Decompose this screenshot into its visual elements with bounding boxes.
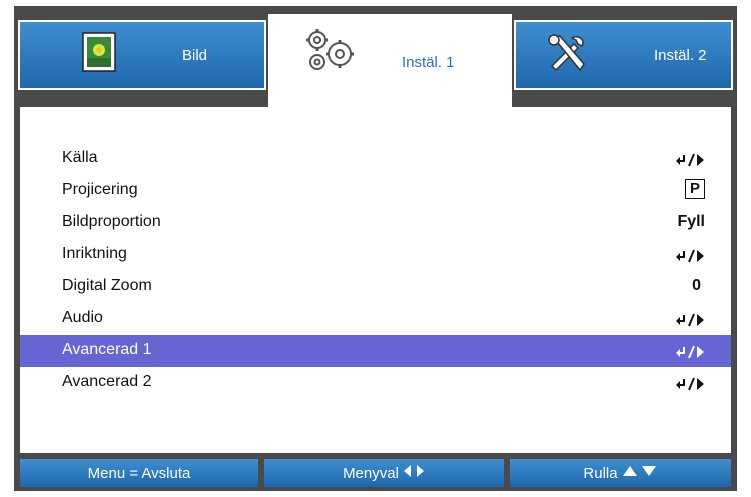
- menu-item-inriktning[interactable]: Inriktning: [20, 239, 731, 271]
- tab-bild-label: Bild: [182, 46, 208, 64]
- menu-select-button[interactable]: Menyval: [264, 459, 504, 487]
- exit-button[interactable]: Menu = Avsluta: [20, 459, 258, 487]
- enter-arrow-icon: [675, 344, 705, 360]
- up-down-arrows-icon: [622, 464, 658, 482]
- menu-item-bildproportion[interactable]: Bildproportion Fyll: [20, 207, 731, 239]
- tools-icon: [546, 32, 590, 81]
- tab-instal-1-label: Instäl. 1: [402, 54, 455, 71]
- menu-item-kalla[interactable]: Källa: [20, 143, 731, 175]
- projection-value: P: [684, 179, 705, 199]
- digital-zoom-value: 0: [692, 277, 701, 294]
- menu-item-projicering[interactable]: Projicering P: [20, 175, 731, 207]
- tab-instal-1[interactable]: Instäl. 1: [268, 14, 512, 110]
- menu-item-label: Avancerad 1: [62, 341, 152, 358]
- enter-arrow-icon: [675, 152, 705, 168]
- scroll-label: Rulla: [583, 464, 618, 482]
- menu-select-label: Menyval: [343, 464, 399, 482]
- enter-arrow-icon: [675, 312, 705, 328]
- menu-item-audio[interactable]: Audio: [20, 303, 731, 335]
- gears-icon: [302, 26, 358, 81]
- osd-menu: Bild Instäl. 1 Instäl. 2 Källa Projiceri…: [14, 6, 737, 491]
- exit-label: Menu = Avsluta: [87, 464, 191, 482]
- menu-item-avancerad-1[interactable]: Avancerad 1: [20, 335, 731, 367]
- scroll-button[interactable]: Rulla: [510, 459, 731, 487]
- menu-item-avancerad-2[interactable]: Avancerad 2: [20, 367, 731, 399]
- tab-instal-2-label: Instäl. 2: [654, 46, 707, 64]
- menu-panel: Källa Projicering P Bildproportion Fyll …: [20, 107, 731, 453]
- menu-item-label: Projicering: [62, 181, 138, 198]
- aspect-ratio-value: Fyll: [677, 213, 705, 230]
- menu-item-label: Inriktning: [62, 245, 127, 262]
- menu-item-label: Källa: [62, 149, 98, 166]
- projection-p-icon: P: [684, 179, 705, 199]
- tab-instal-2[interactable]: Instäl. 2: [514, 20, 733, 90]
- enter-arrow-icon: [675, 376, 705, 392]
- picture-icon: [82, 32, 116, 77]
- tab-bild[interactable]: Bild: [18, 20, 266, 90]
- left-right-arrows-icon: [403, 464, 425, 482]
- enter-arrow-icon: [675, 248, 705, 264]
- menu-item-label: Digital Zoom: [62, 277, 152, 294]
- menu-item-label: Bildproportion: [62, 213, 161, 230]
- menu-item-label: Avancerad 2: [62, 373, 152, 390]
- menu-item-label: Audio: [62, 309, 103, 326]
- menu-item-digital-zoom[interactable]: Digital Zoom 0: [20, 271, 731, 303]
